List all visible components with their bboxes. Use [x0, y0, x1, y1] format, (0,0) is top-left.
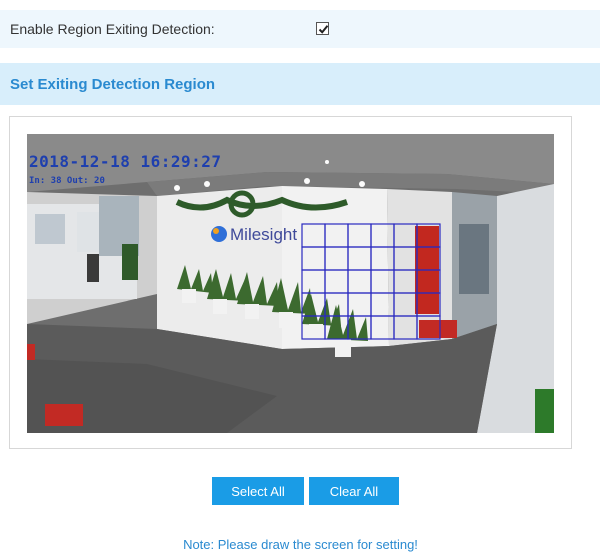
region-grid-cell[interactable] [393, 269, 418, 294]
region-grid-cell[interactable] [301, 246, 326, 271]
region-grid-cell[interactable] [416, 292, 441, 317]
enable-region-exiting-row: Enable Region Exiting Detection: [0, 10, 600, 48]
select-all-button[interactable]: Select All [212, 477, 304, 505]
region-grid-cell[interactable] [370, 315, 395, 340]
region-grid-cell[interactable] [416, 223, 441, 248]
region-grid-cell[interactable] [347, 269, 372, 294]
region-grid-cell[interactable] [393, 246, 418, 271]
region-grid-cell[interactable] [416, 315, 441, 340]
region-grid-cell[interactable] [370, 246, 395, 271]
drawing-note: Note: Please draw the screen for setting… [183, 537, 418, 552]
enable-region-exiting-checkbox[interactable] [316, 22, 329, 35]
region-grid-cell[interactable] [347, 246, 372, 271]
section-title: Set Exiting Detection Region [10, 76, 216, 93]
region-grid-cell[interactable] [370, 269, 395, 294]
region-grid-cell[interactable] [370, 292, 395, 317]
region-grid-cell[interactable] [324, 269, 349, 294]
region-grid-cell[interactable] [324, 246, 349, 271]
region-grid-cell[interactable] [347, 223, 372, 248]
region-grid-cell[interactable] [393, 292, 418, 317]
region-grid-cell[interactable] [370, 223, 395, 248]
section-header: Set Exiting Detection Region [0, 63, 600, 105]
region-grid-cell[interactable] [347, 292, 372, 317]
region-grid-cell[interactable] [324, 223, 349, 248]
region-grid-cell[interactable] [301, 315, 326, 340]
region-grid-cell[interactable] [301, 292, 326, 317]
region-grid-cell[interactable] [347, 315, 372, 340]
checkmark-icon [318, 25, 329, 34]
region-grid-cell[interactable] [324, 292, 349, 317]
region-grid-cell[interactable] [301, 223, 326, 248]
video-frame: Milesight 2018-12-18 16:29:27 In: 38 Out… [9, 116, 572, 449]
video-preview-canvas[interactable]: Milesight 2018-12-18 16:29:27 In: 38 Out… [27, 134, 554, 433]
detection-region-grid[interactable] [27, 134, 554, 433]
region-grid-cell[interactable] [393, 223, 418, 248]
region-grid-cell[interactable] [416, 246, 441, 271]
region-grid-cell[interactable] [301, 269, 326, 294]
clear-all-button[interactable]: Clear All [309, 477, 399, 505]
enable-region-exiting-label: Enable Region Exiting Detection: [10, 21, 215, 37]
region-grid-cell[interactable] [416, 269, 441, 294]
region-grid-cell[interactable] [324, 315, 349, 340]
region-grid-cell[interactable] [393, 315, 418, 340]
